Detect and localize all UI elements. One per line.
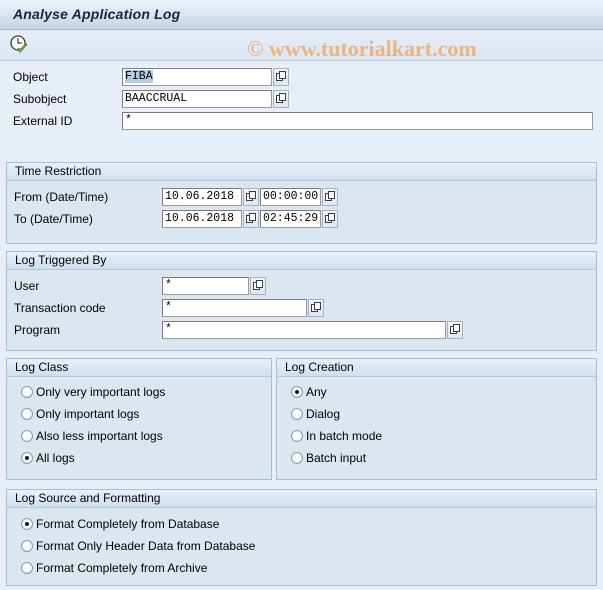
object-input-value: FIBA: [125, 70, 153, 83]
log-source-group: Log Source and Formatting Format Complet…: [6, 489, 597, 586]
object-input[interactable]: FIBA: [122, 68, 272, 86]
log-creation-body: Any Dialog In batch mode Batch input: [277, 377, 596, 470]
time-restriction-group: Time Restriction From (Date/Time) 10.06.…: [6, 162, 597, 244]
transaction-code-input[interactable]: *: [162, 299, 307, 317]
to-date-value-help-button[interactable]: [243, 210, 259, 228]
page-title: Analyse Application Log: [13, 6, 181, 22]
log-creation-group: Log Creation Any Dialog In batch mode Ba…: [276, 358, 597, 480]
value-help-icon: [245, 191, 256, 201]
user-value-help-button[interactable]: [250, 277, 266, 295]
time-restriction-body: From (Date/Time) 10.06.2018 00:00:00 To …: [7, 187, 596, 249]
radio-label[interactable]: In batch mode: [306, 429, 382, 443]
user-label: User: [14, 279, 40, 293]
radio-button[interactable]: [21, 452, 33, 464]
selection-fields: Object FIBA Subobject BAACCRUAL External…: [0, 61, 603, 130]
external-id-row: External ID *: [0, 111, 603, 133]
log-creation-title: Log Creation: [277, 359, 596, 377]
log-triggered-by-title: Log Triggered By: [7, 252, 596, 270]
radio-button[interactable]: [21, 518, 33, 530]
user-row: User *: [7, 276, 596, 298]
value-help-icon: [275, 71, 286, 81]
from-date-input[interactable]: 10.06.2018: [162, 188, 242, 206]
log-source-option-2[interactable]: Format Completely from Archive: [7, 558, 596, 580]
log-creation-option-3[interactable]: Batch input: [277, 448, 596, 470]
clock-check-icon: [10, 35, 28, 53]
radio-label[interactable]: Format Completely from Archive: [36, 561, 207, 575]
value-help-icon: [275, 93, 286, 103]
log-class-option-1[interactable]: Only important logs: [7, 404, 271, 426]
radio-label[interactable]: Format Only Header Data from Database: [36, 539, 255, 553]
to-datetime-label: To (Date/Time): [14, 212, 93, 226]
radio-button[interactable]: [21, 386, 33, 398]
log-source-option-1[interactable]: Format Only Header Data from Database: [7, 536, 596, 558]
program-input[interactable]: *: [162, 321, 446, 339]
value-help-icon: [324, 213, 335, 223]
radio-label[interactable]: Any: [306, 385, 327, 399]
from-time-value-help-button[interactable]: [322, 188, 338, 206]
radio-label[interactable]: Dialog: [306, 407, 340, 421]
subobject-value-help-button[interactable]: [273, 90, 289, 108]
time-restriction-title: Time Restriction: [7, 163, 596, 181]
external-id-input[interactable]: *: [122, 112, 593, 130]
value-help-icon: [449, 324, 460, 334]
to-date-input[interactable]: 10.06.2018: [162, 210, 242, 228]
from-datetime-label: From (Date/Time): [14, 190, 109, 204]
radio-button[interactable]: [21, 430, 33, 442]
radio-label[interactable]: All logs: [36, 451, 75, 465]
log-creation-option-0[interactable]: Any: [277, 382, 596, 404]
log-triggered-by-body: User * Transaction code * Program *: [7, 276, 596, 356]
value-help-icon: [324, 191, 335, 201]
to-datetime-row: To (Date/Time) 10.06.2018 02:45:29: [7, 209, 596, 231]
application-toolbar: [0, 30, 603, 61]
log-class-title: Log Class: [7, 359, 271, 377]
subobject-label: Subobject: [13, 92, 67, 106]
log-class-body: Only very important logs Only important …: [7, 377, 271, 470]
log-creation-option-2[interactable]: In batch mode: [277, 426, 596, 448]
value-help-icon: [252, 280, 263, 290]
object-row: Object FIBA: [0, 67, 603, 89]
log-class-option-0[interactable]: Only very important logs: [7, 382, 271, 404]
radio-button[interactable]: [291, 430, 303, 442]
radio-button[interactable]: [291, 452, 303, 464]
log-class-group: Log Class Only very important logs Only …: [6, 358, 272, 480]
to-time-value-help-button[interactable]: [322, 210, 338, 228]
program-label: Program: [14, 323, 61, 337]
from-time-input[interactable]: 00:00:00: [260, 188, 321, 206]
log-source-option-0[interactable]: Format Completely from Database: [7, 514, 596, 536]
log-class-option-3[interactable]: All logs: [7, 448, 271, 470]
window-title-bar: Analyse Application Log: [0, 0, 603, 30]
from-datetime-row: From (Date/Time) 10.06.2018 00:00:00: [7, 187, 596, 209]
radio-button[interactable]: [291, 408, 303, 420]
subobject-input[interactable]: BAACCRUAL: [122, 90, 272, 108]
radio-label[interactable]: Also less important logs: [36, 429, 163, 443]
log-source-body: Format Completely from Database Format O…: [7, 508, 596, 580]
value-help-icon: [310, 302, 321, 312]
log-creation-option-1[interactable]: Dialog: [277, 404, 596, 426]
radio-label[interactable]: Only important logs: [36, 407, 139, 421]
radio-button[interactable]: [21, 540, 33, 552]
log-class-option-2[interactable]: Also less important logs: [7, 426, 271, 448]
object-value-help-button[interactable]: [273, 68, 289, 86]
log-source-title: Log Source and Formatting: [7, 490, 596, 508]
user-input[interactable]: *: [162, 277, 249, 295]
external-id-label: External ID: [13, 114, 73, 128]
program-row: Program *: [7, 320, 596, 342]
subobject-row: Subobject BAACCRUAL: [0, 89, 603, 111]
program-value-help-button[interactable]: [447, 321, 463, 339]
radio-label[interactable]: Batch input: [306, 451, 366, 465]
transaction-code-label: Transaction code: [14, 301, 106, 315]
radio-button[interactable]: [291, 386, 303, 398]
from-date-value-help-button[interactable]: [243, 188, 259, 206]
radio-button[interactable]: [21, 408, 33, 420]
log-triggered-by-group: Log Triggered By User * Transaction code…: [6, 251, 597, 351]
execute-button[interactable]: [8, 34, 30, 56]
value-help-icon: [245, 213, 256, 223]
radio-label[interactable]: Format Completely from Database: [36, 517, 219, 531]
radio-button[interactable]: [21, 562, 33, 574]
transaction-code-value-help-button[interactable]: [308, 299, 324, 317]
to-time-input[interactable]: 02:45:29: [260, 210, 321, 228]
object-label: Object: [13, 70, 48, 84]
radio-label[interactable]: Only very important logs: [36, 385, 165, 399]
transaction-code-row: Transaction code *: [7, 298, 596, 320]
